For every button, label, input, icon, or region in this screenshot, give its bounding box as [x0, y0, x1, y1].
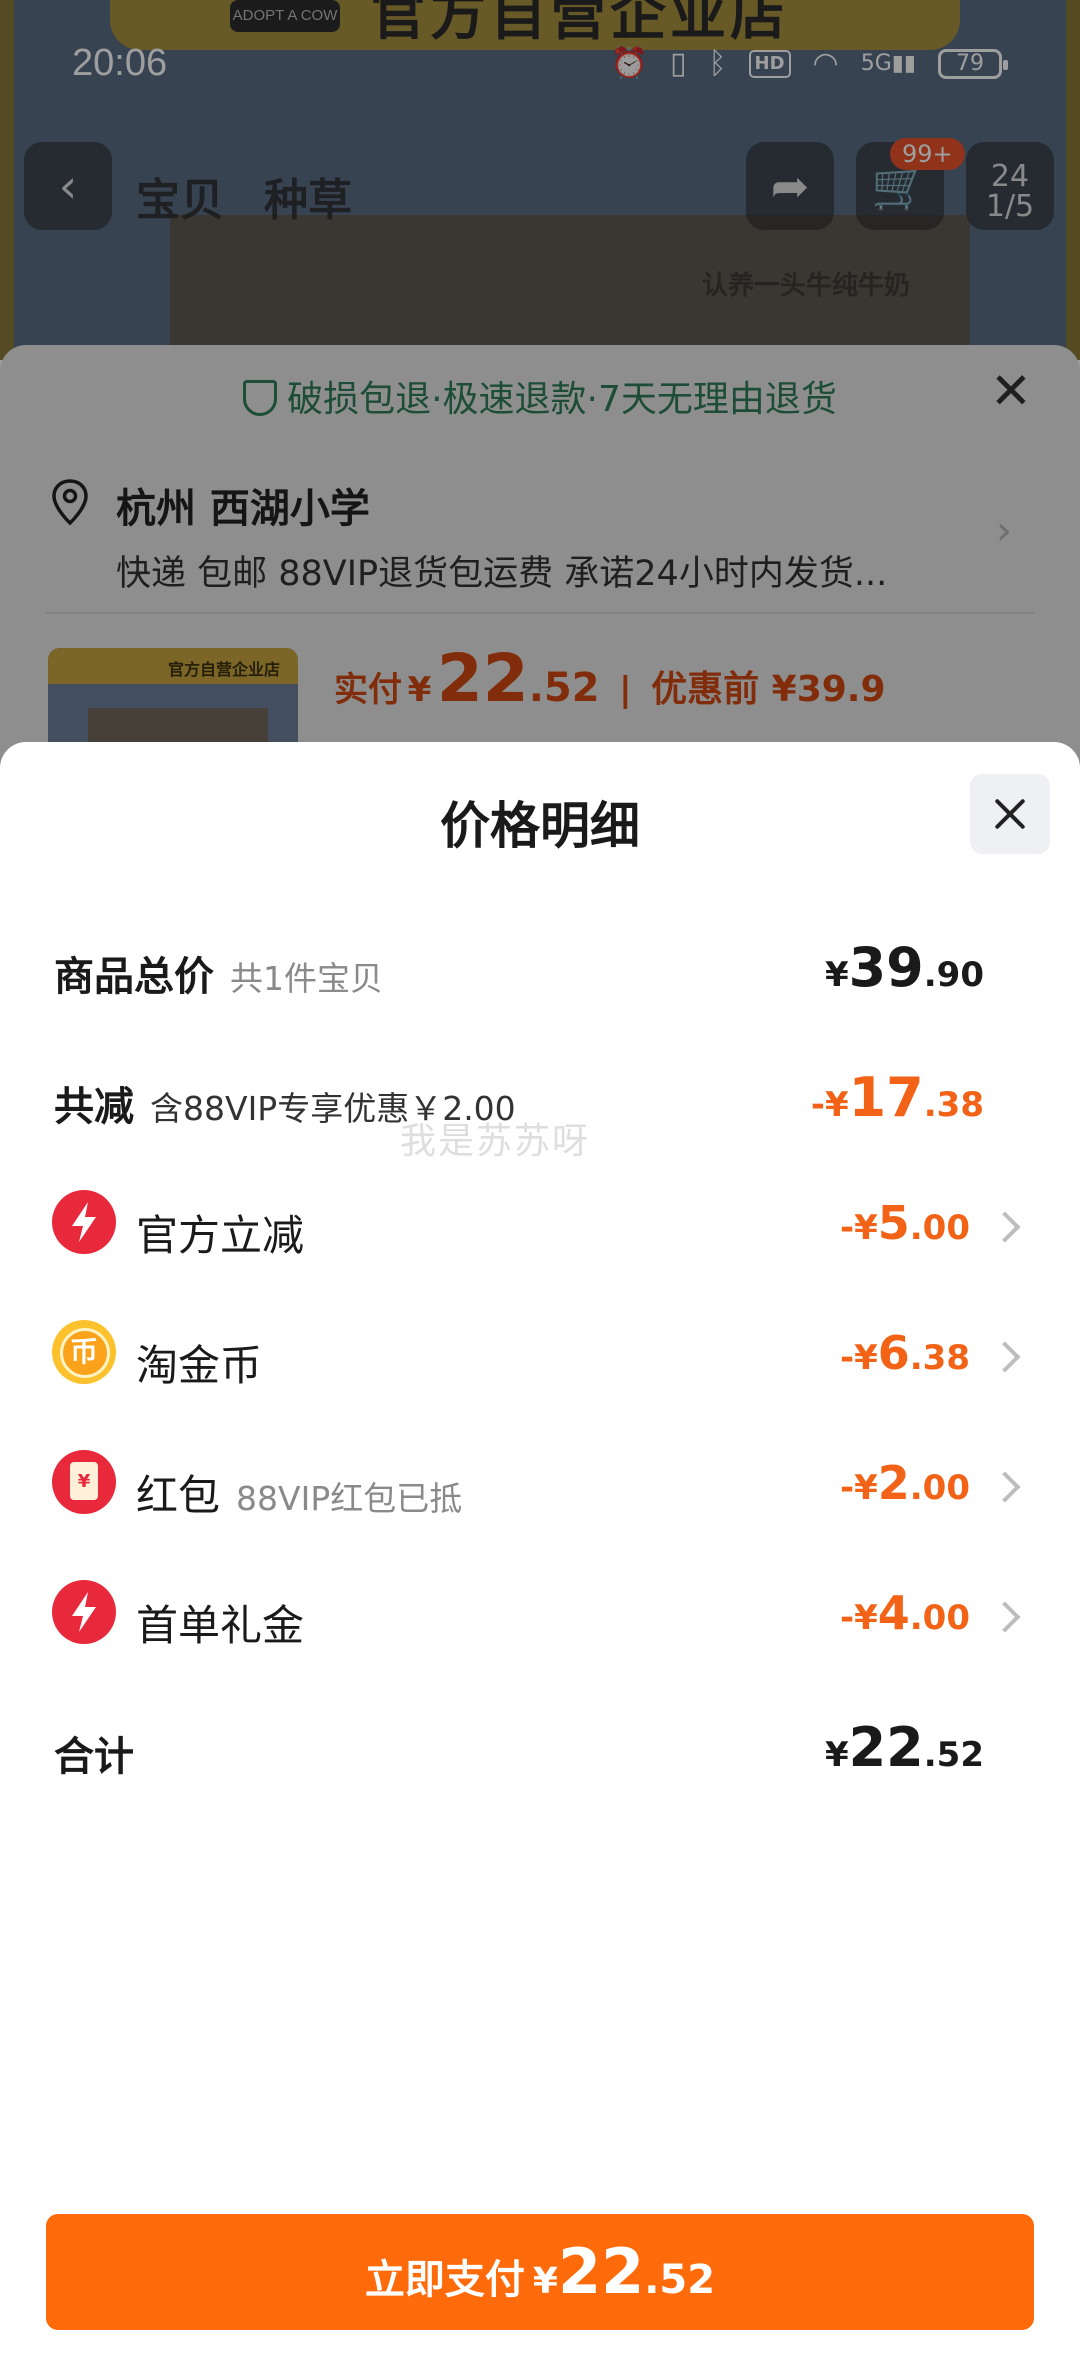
total-reduction-amount: -¥17.38 — [811, 1066, 984, 1129]
discount-row-red-packet[interactable]: ¥ 红包 88VIP红包已抵 -¥2.00 — [0, 1440, 1080, 1540]
watermark: 我是苏苏呀 — [400, 1121, 591, 1162]
currency: -¥ — [839, 1468, 878, 1508]
amount-dec: .38 — [909, 1338, 970, 1378]
pay-now-dec: .52 — [644, 2257, 716, 2303]
amount-int: 39 — [848, 936, 924, 999]
amount-dec: .00 — [909, 1598, 970, 1638]
currency: -¥ — [839, 1208, 878, 1248]
discount-amount: -¥6.38 — [840, 1326, 970, 1380]
coin-icon: 币 — [52, 1320, 116, 1384]
chevron-right-icon — [989, 1341, 1021, 1373]
currency: ¥ — [824, 955, 849, 995]
discount-amount: -¥4.00 — [840, 1586, 970, 1640]
discount-amount: -¥2.00 — [840, 1456, 970, 1510]
total-reduction-label: 共减 — [54, 1084, 134, 1130]
amount-int: 22 — [848, 1716, 924, 1779]
coin-glyph: 币 — [69, 1335, 98, 1368]
discount-note: 88VIP红包已抵 — [236, 1479, 463, 1518]
price-detail-title: 价格明细 — [440, 797, 640, 855]
currency: -¥ — [839, 1598, 878, 1638]
lightning-icon — [52, 1580, 116, 1644]
discount-label-wrap: 红包 88VIP红包已抵 — [136, 1462, 462, 1523]
grand-total-label: 合计 — [54, 1734, 134, 1780]
price-detail-close-button[interactable] — [970, 774, 1050, 854]
red-packet-icon: ¥ — [52, 1450, 116, 1514]
lightning-icon — [52, 1190, 116, 1254]
row-total-goods: 商品总价 共1件宝贝 ¥39.90 — [0, 920, 1080, 1020]
chevron-right-icon — [989, 1471, 1021, 1503]
amount-dec: .90 — [923, 955, 984, 995]
currency: -¥ — [839, 1338, 878, 1378]
amount-dec: .38 — [923, 1085, 984, 1125]
amount-int: 4 — [877, 1586, 910, 1640]
pay-now-label: 立即支付 — [364, 2257, 525, 2303]
amount-int: 5 — [877, 1196, 910, 1250]
chevron-right-icon — [989, 1211, 1021, 1243]
discount-label: 首单礼金 — [136, 1601, 305, 1650]
discount-row-official[interactable]: 官方立减 -¥5.00 — [0, 1180, 1080, 1280]
currency: -¥ — [810, 1085, 849, 1125]
amount-dec: .00 — [909, 1208, 970, 1248]
discount-row-taojinbi[interactable]: 币 淘金币 -¥6.38 — [0, 1310, 1080, 1410]
amount-dec: .00 — [909, 1468, 970, 1508]
chevron-right-icon — [989, 1601, 1021, 1633]
grand-total-amount: ¥22.52 — [825, 1716, 984, 1779]
total-goods-amount: ¥39.90 — [825, 936, 984, 999]
discount-row-first-order[interactable]: 首单礼金 -¥4.00 — [0, 1570, 1080, 1670]
row-label: 商品总价 共1件宝贝 — [54, 944, 383, 1002]
total-goods-note: 共1件宝贝 — [230, 959, 383, 998]
amount-dec: .52 — [923, 1735, 984, 1775]
currency: ¥ — [824, 1735, 849, 1775]
pay-now-currency: ¥ — [532, 2261, 558, 2302]
pay-now-button[interactable]: 立即支付 ¥22.52 — [46, 2214, 1034, 2330]
red-packet-glyph: ¥ — [77, 1471, 91, 1492]
pay-now-int: 22 — [557, 2235, 645, 2308]
discount-amount: -¥5.00 — [840, 1196, 970, 1250]
discount-label: 红包 — [136, 1471, 221, 1520]
amount-int: 2 — [877, 1456, 910, 1510]
discount-label: 淘金币 — [136, 1341, 263, 1390]
amount-int: 6 — [877, 1326, 910, 1380]
total-goods-label: 商品总价 — [54, 954, 214, 1000]
amount-int: 17 — [848, 1066, 924, 1129]
row-grand-total: 合计 ¥22.52 — [0, 1700, 1080, 1800]
discount-label: 官方立减 — [136, 1211, 305, 1260]
